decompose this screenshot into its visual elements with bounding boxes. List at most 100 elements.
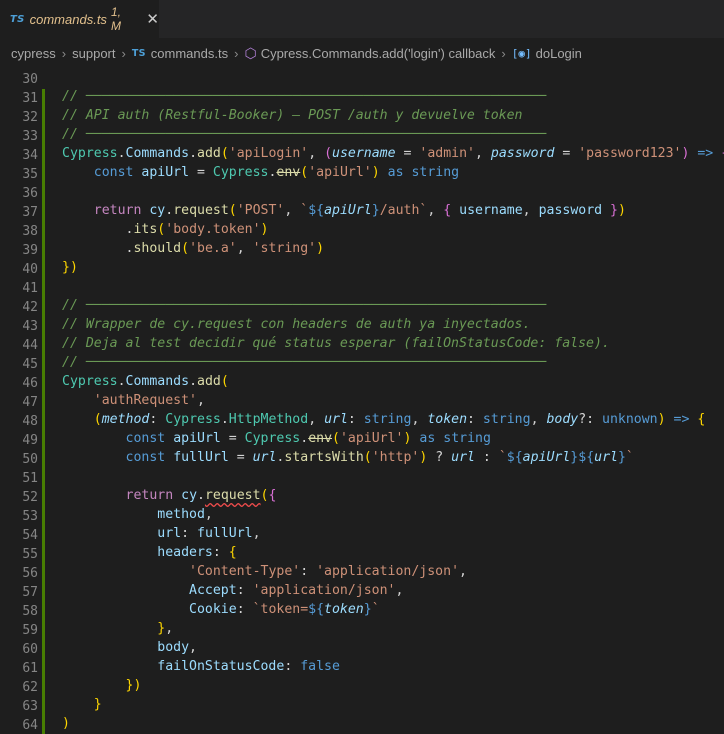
line-number: 44 [22,338,38,353]
code-line[interactable]: 36 [0,184,724,203]
modified-gutter-marker [42,697,45,716]
code-line[interactable]: 30 [0,70,724,89]
code-line[interactable]: 57 Accept: 'application/json', [0,583,724,602]
modified-gutter-marker [42,127,45,146]
code-line[interactable]: 31 // ───────────────────────────────────… [0,89,724,108]
code-line[interactable]: 41 [0,279,724,298]
line-number: 52 [22,490,38,505]
code-text: // ─────────────────────────────────────… [62,89,547,104]
code-line[interactable]: 42 // ───────────────────────────────────… [0,298,724,317]
modified-gutter-marker [42,89,45,108]
close-icon[interactable]: ✕ [146,10,159,28]
breadcrumb-item-cypress[interactable]: cypress [11,46,56,61]
code-text: } [93,697,102,712]
line-number: 58 [22,604,38,619]
modified-gutter-marker [42,450,45,469]
variable-icon: [◉] [511,46,532,60]
code-line[interactable]: 58 Cookie: `token=${token}` [0,602,724,621]
line-number: 38 [22,224,38,239]
code-line[interactable]: 32 // API auth (Restful-Booker) — POST /a… [0,108,724,127]
code-line[interactable]: 33 // ───────────────────────────────────… [0,127,724,146]
code-text: .its('body.token') [62,222,269,237]
code-line[interactable]: 60 body, [0,640,724,659]
modified-gutter-marker [42,678,45,697]
code-text: (method: Cypress.HttpMethod, url: string… [93,412,706,427]
line-number: 46 [22,376,38,391]
code-text: .should('be.a', 'string') [62,241,325,256]
modified-gutter-marker [42,203,45,222]
code-line[interactable]: 45 // ───────────────────────────────────… [0,355,724,374]
code-line[interactable]: 64) [0,716,724,734]
code-text: // ─────────────────────────────────────… [62,127,547,142]
code-text: ) [62,716,70,731]
tab-commands-ts[interactable]: TS commands.ts 1, M ✕ [0,0,160,38]
modified-gutter-marker [42,165,45,184]
code-text: method, [157,507,213,522]
breadcrumb-item-symbol[interactable]: doLogin [536,46,582,61]
code-line[interactable]: 63 } [0,697,724,716]
code-line[interactable]: 43 // Wrapper de cy.request con headers d… [0,317,724,336]
chevron-right-icon: › [61,45,67,61]
modified-gutter-marker [42,241,45,260]
code-line[interactable]: 46 Cypress.Commands.add( [0,374,724,393]
modified-gutter-marker [42,412,45,431]
code-text: const apiUrl = Cypress.env('apiUrl') as … [125,431,491,446]
code-line[interactable]: 52 return cy.request({ [0,488,724,507]
modified-gutter-marker [42,108,45,127]
code-line[interactable]: 54 url: fullUrl, [0,526,724,545]
code-text: Cookie: `token=${token}` [189,602,380,617]
code-text: failOnStatusCode: false [157,659,340,674]
code-text: // ─────────────────────────────────────… [62,298,547,313]
line-number: 48 [22,414,38,429]
code-line[interactable]: 38 .its('body.token') [0,222,724,241]
modified-gutter-marker [42,317,45,336]
modified-gutter-marker [42,393,45,412]
tab-bar: TS commands.ts 1, M ✕ [0,0,724,38]
code-text: // Wrapper de cy.request con headers de … [62,317,531,332]
code-line[interactable]: 61 failOnStatusCode: false [0,659,724,678]
breadcrumb-item-file[interactable]: commands.ts [151,46,228,61]
breadcrumb-item-support[interactable]: support [72,46,115,61]
typescript-icon: TS [131,47,146,59]
code-line[interactable]: 51 [0,469,724,488]
code-text: headers: { [157,545,237,560]
code-text: Cypress.Commands.add('apiLogin', (userna… [62,146,724,161]
line-number: 51 [22,471,38,486]
code-line[interactable]: 34 Cypress.Commands.add('apiLogin', (user… [0,146,724,165]
code-line[interactable]: 56 'Content-Type': 'application/json', [0,564,724,583]
code-line[interactable]: 40}) [0,260,724,279]
code-line[interactable]: 49 const apiUrl = Cypress.env('apiUrl') … [0,431,724,450]
line-number: 53 [22,509,38,524]
code-text: 'Content-Type': 'application/json', [189,564,467,579]
code-line[interactable]: 55 headers: { [0,545,724,564]
modified-gutter-marker [42,488,45,507]
modified-gutter-marker [42,184,45,203]
line-number: 43 [22,319,38,334]
modified-gutter-marker [42,564,45,583]
code-editor[interactable]: 30 31 // ─────────────────────────────────… [0,68,724,734]
code-line[interactable]: 37 return cy.request('POST', `${apiUrl}/… [0,203,724,222]
line-number: 47 [22,395,38,410]
code-line[interactable]: 48 (method: Cypress.HttpMethod, url: str… [0,412,724,431]
code-line[interactable]: 53 method, [0,507,724,526]
code-line[interactable]: 35 const apiUrl = Cypress.env('apiUrl') … [0,165,724,184]
code-line[interactable]: 50 const fullUrl = url.startsWith('http'… [0,450,724,469]
breadcrumb: cypress › support › TS commands.ts › ⬡ C… [0,38,724,68]
line-number: 54 [22,528,38,543]
code-text: return cy.request('POST', `${apiUrl}/aut… [93,203,626,218]
code-line[interactable]: 62 }) [0,678,724,697]
code-line[interactable]: 47 'authRequest', [0,393,724,412]
modified-gutter-marker [42,526,45,545]
line-number: 56 [22,566,38,581]
code-line[interactable]: 59 }, [0,621,724,640]
line-number: 57 [22,585,38,600]
code-line[interactable]: 44 // Deja al test decidir qué status esp… [0,336,724,355]
breadcrumb-item-callback[interactable]: Cypress.Commands.add('login') callback [261,46,496,61]
modified-gutter-marker [42,374,45,393]
code-text: Cypress.Commands.add( [62,374,229,389]
line-number: 60 [22,642,38,657]
line-number: 61 [22,661,38,676]
code-text: const fullUrl = url.startsWith('http') ?… [125,450,634,465]
line-number: 62 [22,680,38,695]
code-line[interactable]: 39 .should('be.a', 'string') [0,241,724,260]
